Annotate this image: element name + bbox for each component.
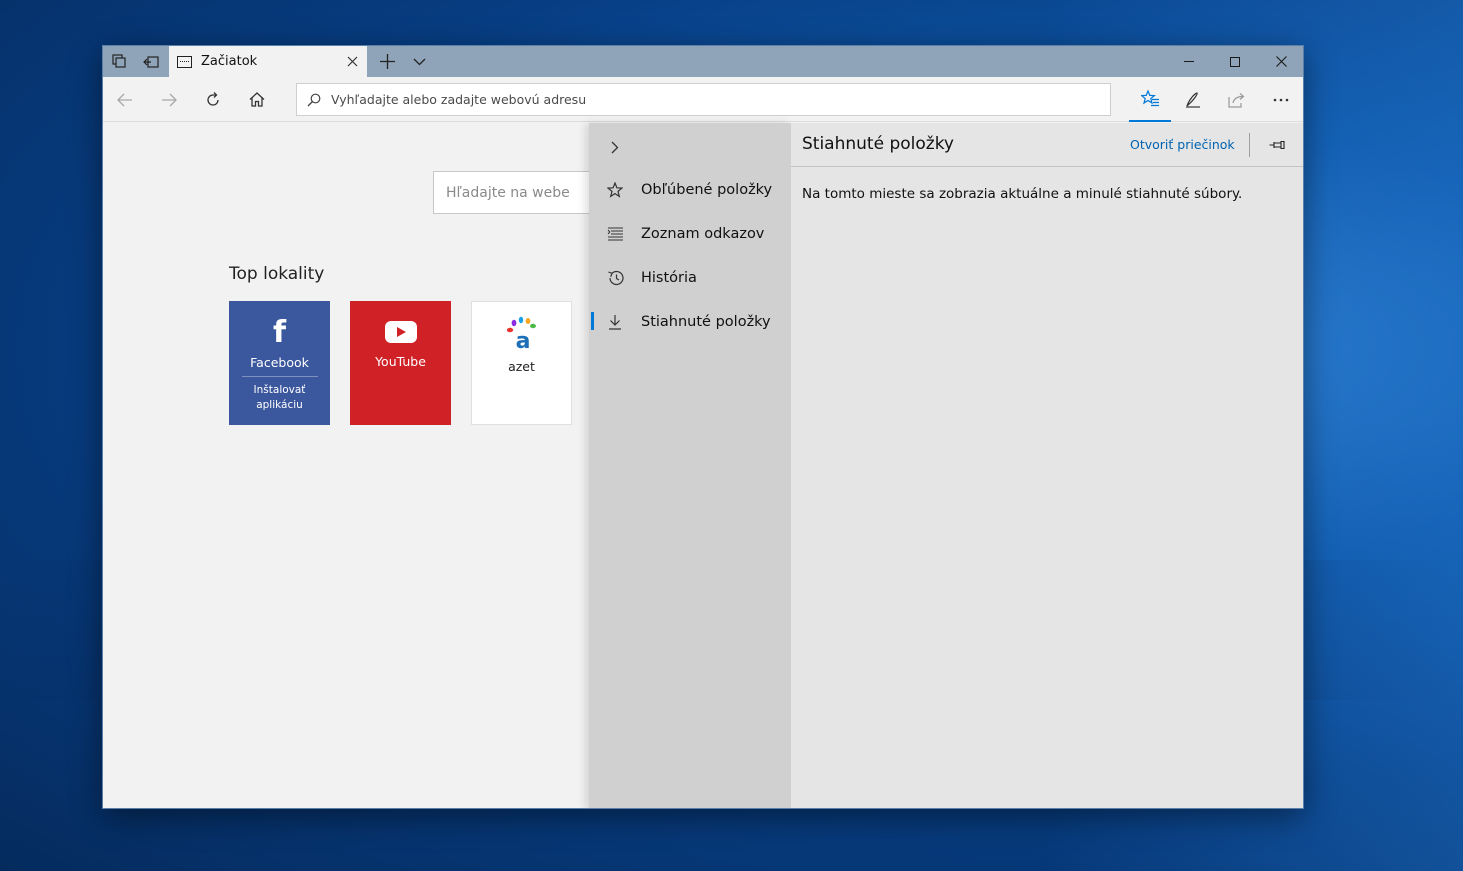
chevron-down-icon xyxy=(413,58,425,65)
tab-zaciatok[interactable]: Začiatok xyxy=(169,46,367,77)
tile-label: Facebook xyxy=(250,355,309,370)
tab-list-button[interactable] xyxy=(403,46,435,77)
panel-header-divider xyxy=(1249,133,1250,157)
tile-label: YouTube xyxy=(375,354,426,369)
address-bar[interactable] xyxy=(296,83,1111,116)
share-icon xyxy=(1228,92,1245,108)
downloads-panel: Stiahnuté položky Otvoriť priečinok Na t… xyxy=(791,123,1303,808)
pin-pane-button[interactable] xyxy=(1263,131,1291,159)
tile-facebook[interactable]: f Facebook Inštalovať aplikáciu xyxy=(229,301,330,425)
navigation-bar xyxy=(103,77,1303,122)
tab-close-button[interactable] xyxy=(340,50,364,74)
hub-button[interactable] xyxy=(1129,77,1171,122)
download-icon xyxy=(589,314,641,330)
maximize-button[interactable] xyxy=(1212,46,1258,77)
more-button[interactable] xyxy=(1259,77,1303,122)
panel-title: Stiahnuté položky xyxy=(802,134,954,154)
refresh-button[interactable] xyxy=(191,77,235,122)
azet-logo-icon: a xyxy=(504,316,540,354)
pen-icon xyxy=(1186,91,1200,108)
hub-item-label: Zoznam odkazov xyxy=(641,226,765,242)
arrow-right-icon xyxy=(162,93,177,106)
tab-preview-icon xyxy=(111,54,126,68)
tab-preview-button[interactable] xyxy=(103,46,135,77)
close-icon xyxy=(1275,56,1287,67)
arrow-left-icon xyxy=(117,93,132,106)
set-aside-icon xyxy=(143,55,159,68)
youtube-icon xyxy=(384,321,417,343)
facebook-icon: f xyxy=(272,315,287,350)
pin-icon xyxy=(1269,140,1285,150)
tile-divider xyxy=(241,376,318,377)
favorites-hub-icon xyxy=(1140,90,1159,107)
web-note-button[interactable] xyxy=(1171,77,1215,122)
share-button[interactable] xyxy=(1215,77,1259,122)
svg-text:a: a xyxy=(515,329,530,350)
browser-window: Začiatok Vyhľadajte alebo zadajte webovú… xyxy=(102,45,1304,809)
chevron-right-icon xyxy=(611,141,619,153)
top-sites-title: Top lokality xyxy=(229,264,325,284)
history-icon xyxy=(589,270,641,286)
home-button[interactable] xyxy=(235,77,279,122)
empty-downloads-message: Na tomto mieste sa zobrazia aktuálne a m… xyxy=(802,186,1243,202)
new-tab-button[interactable] xyxy=(371,46,403,77)
forward-button[interactable] xyxy=(147,77,191,122)
minimize-icon xyxy=(1184,61,1194,62)
hub-item-history[interactable]: História xyxy=(589,256,791,300)
tab-title: Začiatok xyxy=(201,54,258,69)
hub-item-label: Obľúbené položky xyxy=(641,182,773,198)
open-folder-link[interactable]: Otvoriť priečinok xyxy=(1130,137,1235,152)
hub-collapse-button[interactable] xyxy=(603,135,627,159)
tile-azet[interactable]: a azet xyxy=(471,301,572,425)
panel-header-line xyxy=(791,166,1303,167)
star-icon xyxy=(589,182,641,198)
home-icon xyxy=(249,92,265,107)
close-icon xyxy=(347,56,357,67)
tile-youtube[interactable]: YouTube xyxy=(350,301,451,425)
refresh-icon xyxy=(207,91,219,106)
hub-item-reading-list[interactable]: Zoznam odkazov xyxy=(589,212,791,256)
tile-label: azet xyxy=(508,359,535,374)
install-app-link[interactable]: Inštalovať aplikáciu xyxy=(240,383,320,413)
search-icon xyxy=(297,93,331,107)
address-input[interactable] xyxy=(331,92,1110,107)
set-tabs-aside-button[interactable] xyxy=(135,46,167,77)
reading-list-icon xyxy=(589,227,641,241)
hub-item-favorites[interactable]: Obľúbené položky xyxy=(589,168,791,212)
selection-indicator xyxy=(591,312,594,330)
hub-item-label: Stiahnuté položky xyxy=(641,314,771,330)
hub-item-downloads[interactable]: Stiahnuté položky xyxy=(589,300,791,344)
hub-item-label: História xyxy=(641,270,697,286)
tab-bar: Začiatok xyxy=(103,46,1303,77)
more-icon xyxy=(1273,98,1289,101)
window-close-button[interactable] xyxy=(1258,46,1303,77)
hub-navigation: Obľúbené položky Zoznam odkazov História… xyxy=(589,123,791,808)
page-icon xyxy=(177,55,192,68)
maximize-icon xyxy=(1230,56,1240,67)
minimize-button[interactable] xyxy=(1166,46,1212,77)
back-button[interactable] xyxy=(103,77,147,122)
plus-icon xyxy=(379,54,395,69)
